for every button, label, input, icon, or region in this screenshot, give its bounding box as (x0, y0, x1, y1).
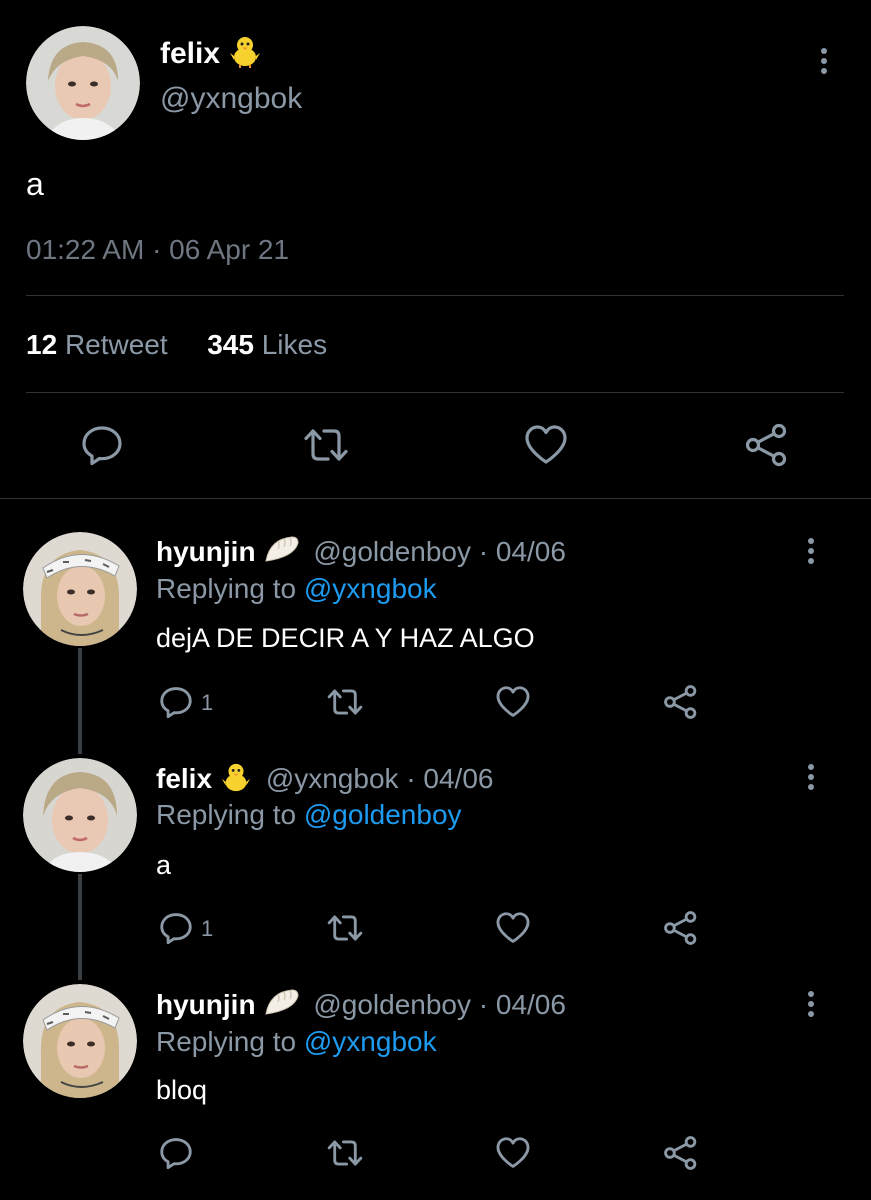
reply-author-name[interactable]: hyunjin (156, 536, 256, 567)
reply-count: 1 (201, 690, 214, 715)
reply-author-handle[interactable]: @yxngbok (266, 763, 399, 794)
reply-button[interactable] (157, 683, 195, 721)
like-button[interactable] (494, 1134, 532, 1172)
retweet-count-label: Retweet (64, 329, 168, 360)
replying-to-label: Replying to (156, 799, 297, 830)
likes-count-label: Likes (261, 329, 328, 360)
replying-to-label: Replying to (156, 573, 297, 604)
avatar-felix[interactable] (23, 758, 137, 872)
retweet-button[interactable] (326, 683, 364, 721)
share-button[interactable] (662, 683, 700, 721)
retweet-button[interactable] (302, 421, 350, 469)
dumpling-icon (264, 988, 300, 1025)
avatar-hyunjin[interactable] (23, 984, 137, 1098)
share-button[interactable] (662, 909, 700, 947)
reply-date: · 04/06 (406, 762, 494, 794)
share-icon (745, 423, 787, 467)
avatar-hyunjin[interactable] (23, 532, 137, 646)
retweet-icon (327, 915, 363, 941)
share-icon (664, 685, 697, 719)
reply-text: bloq (156, 1075, 208, 1105)
divider (26, 295, 844, 296)
dumpling-icon (264, 535, 300, 572)
heart-icon (496, 686, 530, 717)
thread-line (78, 648, 82, 754)
more-icon[interactable] (806, 991, 816, 1021)
avatar-felix-main[interactable] (26, 26, 140, 140)
reply-button[interactable] (157, 1134, 195, 1172)
reply-author-name[interactable]: hyunjin (156, 989, 256, 1020)
author-name-text: felix (160, 36, 221, 70)
replying-to-link[interactable]: @yxngbok (304, 573, 437, 604)
author-name[interactable]: felix (160, 34, 262, 76)
like-button[interactable] (494, 909, 532, 947)
thread-line (78, 874, 82, 980)
replying-to-link[interactable]: @yxngbok (304, 1026, 437, 1057)
reply-icon (160, 687, 192, 719)
replying-to-link[interactable]: @goldenboy (304, 799, 462, 830)
replying-to-line: Replying to @yxngbok (156, 573, 437, 605)
share-icon (664, 1136, 697, 1170)
retweet-button[interactable] (326, 909, 364, 947)
share-button[interactable] (662, 1134, 700, 1172)
reply-icon (160, 1138, 192, 1170)
reply-icon (160, 913, 192, 945)
section-divider (0, 498, 871, 499)
reply-header: hyunjin @goldenboy · 04/06 (156, 535, 566, 572)
reply-icon (82, 426, 122, 466)
retweet-count[interactable]: 12 Retweet (26, 329, 168, 360)
heart-icon (496, 912, 530, 943)
reply-date: · 04/06 (478, 988, 566, 1020)
like-button[interactable] (494, 683, 532, 721)
reply-header: felix @yxngbok · 04/06 (156, 761, 493, 800)
heart-icon (525, 425, 567, 464)
likes-count-value: 345 (207, 329, 254, 360)
reply-button[interactable] (78, 421, 126, 469)
retweet-icon (304, 429, 348, 461)
reply-button[interactable] (157, 909, 195, 947)
retweet-count-value: 12 (26, 329, 58, 360)
reply-author-handle[interactable]: @goldenboy (313, 989, 471, 1020)
more-icon[interactable] (806, 538, 816, 568)
retweet-button[interactable] (326, 1134, 364, 1172)
replying-to-line: Replying to @yxngbok (156, 1026, 437, 1058)
chick-icon (228, 34, 262, 76)
retweet-icon (327, 1140, 363, 1166)
reply-count: 1 (201, 916, 214, 941)
tweet-text: a (26, 166, 44, 202)
share-button[interactable] (743, 421, 791, 469)
reply-author-name[interactable]: felix (156, 763, 212, 794)
replying-to-line: Replying to @goldenboy (156, 799, 462, 831)
reply-text: a (156, 850, 172, 880)
retweet-icon (327, 689, 363, 715)
reply-text: dejA DE DECIR A Y HAZ ALGO (156, 623, 535, 653)
replying-to-label: Replying to (156, 1026, 297, 1057)
likes-count[interactable]: 345 Likes (207, 329, 327, 360)
reply-author-handle[interactable]: @goldenboy (313, 536, 471, 567)
tweet-stats: 12 Retweet 345 Likes (26, 329, 327, 361)
chick-icon (220, 761, 252, 800)
tweet-timestamp: 01:22 AM · 06 Apr 21 (26, 234, 290, 265)
more-icon[interactable] (806, 764, 816, 794)
divider (26, 392, 844, 393)
share-icon (664, 911, 697, 945)
reply-header: hyunjin @goldenboy · 04/06 (156, 988, 566, 1025)
more-icon[interactable] (819, 48, 829, 78)
reply-date: · 04/06 (478, 535, 566, 567)
like-button[interactable] (522, 421, 570, 469)
heart-icon (496, 1137, 530, 1168)
author-handle[interactable]: @yxngbok (160, 82, 302, 116)
